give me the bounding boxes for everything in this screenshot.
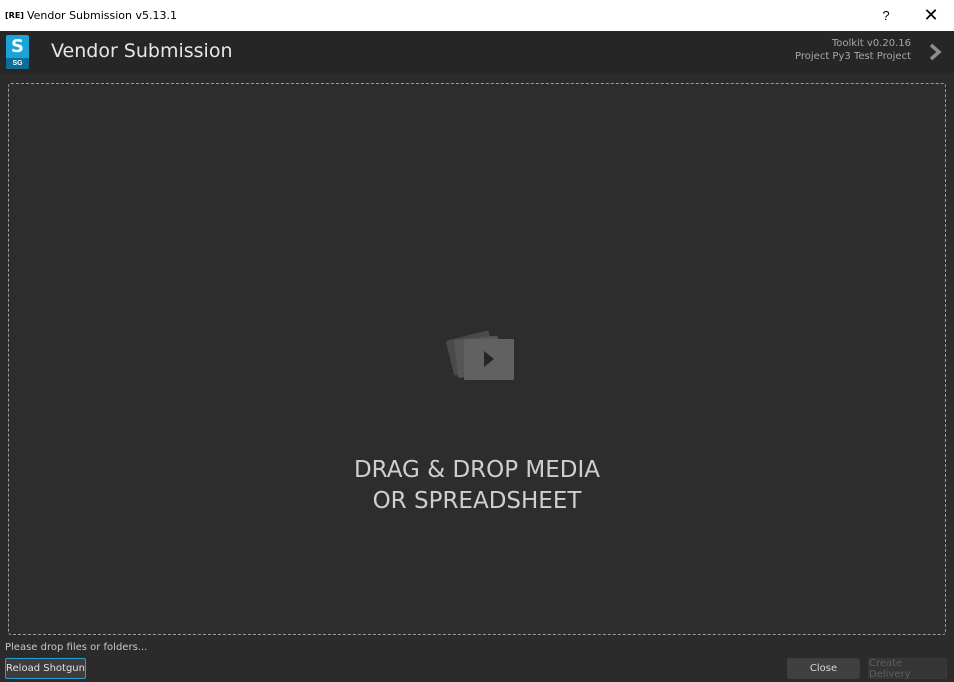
window-title: Vendor Submission v5.13.1 [26, 9, 178, 22]
close-button[interactable]: Close [787, 658, 860, 679]
window-titlebar: [RE] Vendor Submission v5.13.1 ? ✕ [0, 0, 954, 31]
shotgun-logo: S SG [6, 35, 29, 69]
project-name: Project Py3 Test Project [795, 51, 911, 62]
drop-instructions: DRAG & DROP MEDIA OR SPREADSHEET [9, 455, 945, 517]
app-header: S SG Vendor Submission Toolkit v0.20.16 … [0, 31, 954, 74]
create-delivery-button[interactable]: Create Delivery [868, 658, 947, 680]
toolkit-info: Toolkit v0.20.16 Project Py3 Test Projec… [795, 37, 911, 63]
reload-shotgun-button[interactable]: Reload Shotgun [5, 658, 86, 679]
app-title: Vendor Submission [51, 40, 233, 62]
help-button[interactable]: ? [863, 0, 909, 31]
app-tag: [RE] [5, 11, 24, 20]
drop-line-2: OR SPREADSHEET [372, 488, 582, 514]
toolkit-version: Toolkit v0.20.16 [831, 38, 911, 49]
logo-sub: SG [6, 58, 29, 69]
chevron-right-icon[interactable] [928, 42, 942, 62]
logo-letter: S [11, 36, 24, 57]
media-play-icon [446, 330, 514, 380]
window-close-button[interactable]: ✕ [908, 0, 954, 31]
status-text: Please drop files or folders... [5, 642, 148, 653]
drop-zone[interactable]: DRAG & DROP MEDIA OR SPREADSHEET [8, 83, 946, 635]
drop-line-1: DRAG & DROP MEDIA [353, 457, 601, 483]
